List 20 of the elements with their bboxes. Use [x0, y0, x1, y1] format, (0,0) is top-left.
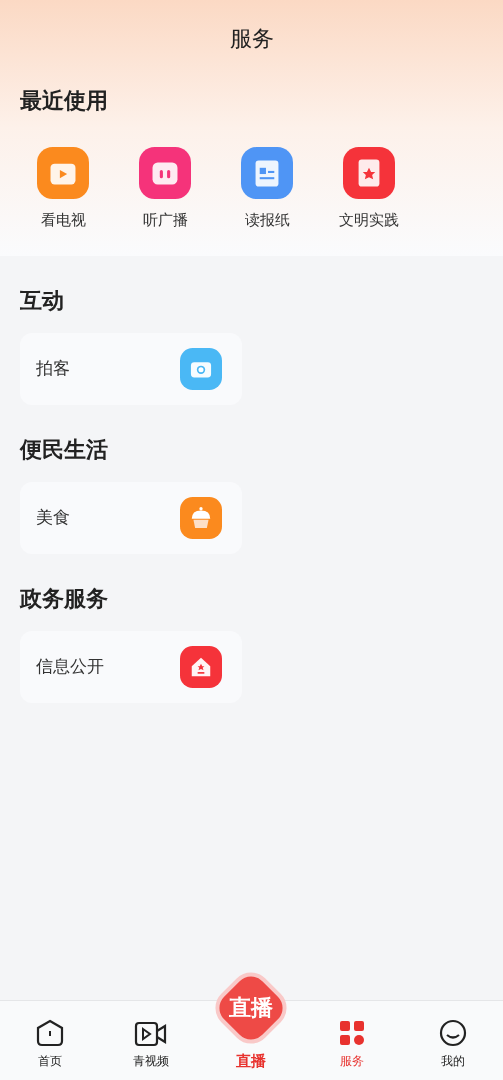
shortcut-item[interactable]: 读报纸: [216, 147, 318, 232]
service-card[interactable]: 信息公开: [20, 630, 242, 703]
tab-item[interactable]: 服务: [301, 1018, 403, 1070]
service-card[interactable]: 美食: [20, 481, 242, 554]
section-title: 政务服务: [20, 585, 108, 611]
video-camera-icon: [133, 1020, 168, 1048]
tab-item[interactable]: 首页: [0, 1018, 101, 1070]
section-title: 最近使用: [20, 88, 108, 113]
section-title: 便民生活: [20, 436, 108, 462]
smiley-icon: [437, 1018, 468, 1048]
tab-item[interactable]: 青视频: [100, 1020, 202, 1070]
tab-item[interactable]: 我的: [402, 1018, 503, 1070]
service-card[interactable]: 拍客: [20, 332, 242, 405]
shortcut-item[interactable]: 听广播: [114, 147, 216, 232]
page-title: 服务: [229, 24, 274, 53]
home-icon: [35, 1018, 66, 1048]
shortcut-item[interactable]: 看电视: [12, 147, 114, 232]
section-title: 互动: [20, 287, 64, 313]
tab-item[interactable]: 直播 直播: [205, 965, 298, 1072]
shortcut-item[interactable]: 文明实践: [318, 147, 420, 232]
